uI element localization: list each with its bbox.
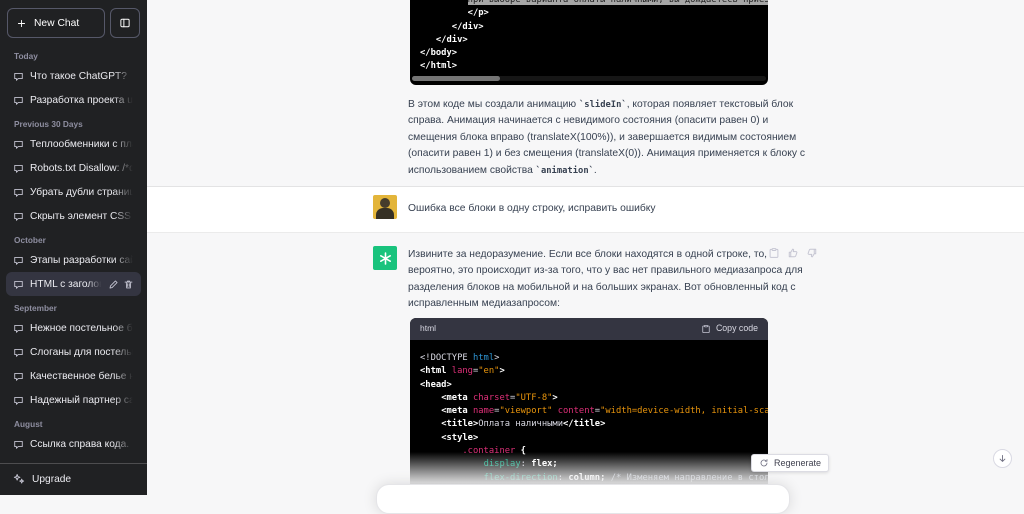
- chat-bubble-icon: [13, 279, 24, 290]
- code-language-label: html: [420, 323, 437, 334]
- sidebar-item-chat[interactable]: Качественное белье нежное: [6, 364, 141, 388]
- chat-area: при выборе варианта оплаты наличными, вы…: [147, 0, 1024, 514]
- clipboard-icon: [701, 324, 711, 334]
- chat-bubble-icon: [13, 371, 24, 382]
- section-label-september: September: [14, 303, 57, 313]
- sidebar-item-chat-active[interactable]: HTML с заголовком h: [6, 272, 141, 296]
- section-label-october: October: [14, 235, 46, 245]
- sidebar-item-chat[interactable]: Что такое ChatGPT?: [6, 64, 141, 88]
- inline-code: `animation`: [535, 165, 594, 176]
- chat-bubble-icon: [13, 95, 24, 106]
- regenerate-label: Regenerate: [774, 458, 822, 468]
- sidebar-item-chat[interactable]: Надежный партнер сайтов: [6, 388, 141, 412]
- assistant-paragraph: В этом коде мы создали анимацию `slideIn…: [408, 97, 812, 179]
- chat-bubble-icon: [13, 439, 24, 450]
- new-chat-label: New Chat: [34, 17, 80, 29]
- copy-code-button[interactable]: Copy code: [701, 322, 758, 335]
- sidebar-footer: Upgrade: [0, 463, 147, 495]
- chat-bubble-icon: [13, 255, 24, 266]
- user-avatar: [373, 195, 397, 219]
- panel-toggle-icon: [119, 17, 131, 29]
- code-block-header: html Copy code: [410, 318, 768, 340]
- chat-bubble-icon: [13, 463, 24, 464]
- thumbs-down-icon[interactable]: [806, 247, 818, 259]
- regenerate-button[interactable]: Regenerate: [751, 454, 830, 472]
- regenerate-icon: [759, 458, 769, 468]
- sidebar-item-chat[interactable]: Ссылка справа кода.: [6, 432, 141, 456]
- openai-logo-icon: [378, 251, 393, 266]
- user-message-text: Ошибка все блоки в одну строку, исправит…: [408, 203, 656, 214]
- code-content: при выборе варианта оплаты наличными, вы…: [410, 0, 768, 82]
- code-content: <!DOCTYPE html> <html lang="en"> <head> <m…: [420, 353, 768, 483]
- sidebar-item-chat[interactable]: Слоганы для постельного бел: [6, 340, 141, 364]
- chat-bubble-icon: [13, 323, 24, 334]
- chat-bubble-icon: [13, 163, 24, 174]
- upgrade-button[interactable]: Upgrade: [6, 467, 141, 491]
- assistant-avatar: [373, 246, 397, 270]
- sidebar-item-chat[interactable]: Скрыть элемент CSS: [6, 204, 141, 228]
- section-label-august: August: [14, 419, 43, 429]
- sidebar-item-chat[interactable]: Убрать дубли страниц пагина: [6, 180, 141, 204]
- new-chat-button[interactable]: New Chat: [7, 8, 105, 38]
- chat-bubble-icon: [13, 347, 24, 358]
- sidebar-item-chat[interactable]: Нежное постельное белье: [6, 316, 141, 340]
- arrow-down-icon: [997, 453, 1008, 464]
- sidebar-item-chat[interactable]: Граница таблицы добавлена: [6, 456, 141, 464]
- edit-icon[interactable]: [108, 279, 119, 290]
- active-item-actions: [108, 279, 134, 290]
- chat-bubble-icon: [13, 71, 24, 82]
- sidebar-item-chat[interactable]: Этапы разработки сайта: [6, 248, 141, 272]
- scrollbar-thumb[interactable]: [412, 76, 500, 81]
- upgrade-label: Upgrade: [32, 473, 72, 485]
- section-label-today: Today: [14, 51, 38, 61]
- chat-bubble-icon: [13, 187, 24, 198]
- sidebar-header: New Chat: [0, 0, 147, 44]
- sparkle-icon: [13, 473, 25, 485]
- message-actions: [768, 247, 818, 259]
- copy-message-icon[interactable]: [768, 247, 780, 259]
- paragraph-text: В этом коде мы создали анимацию: [408, 99, 580, 110]
- paragraph-text: .: [593, 164, 597, 176]
- collapse-sidebar-button[interactable]: [110, 8, 140, 38]
- sidebar-item-chat[interactable]: Теплообменники с пластинам: [6, 132, 141, 156]
- chat-input[interactable]: [376, 484, 790, 514]
- inline-code: `slideIn`: [579, 100, 627, 110]
- chat-bubble-icon: [13, 211, 24, 222]
- section-label-previous-30-days: Previous 30 Days: [14, 119, 83, 129]
- sidebar: New Chat Today Что такое ChatGPT? Разраб…: [0, 0, 147, 495]
- code-block-top: при выборе варианта оплаты наличными, вы…: [410, 0, 768, 85]
- chat-bubble-icon: [13, 139, 24, 150]
- sidebar-item-chat[interactable]: Robots.txt Disallow: /*q=: [6, 156, 141, 180]
- thumbs-up-icon[interactable]: [787, 247, 799, 259]
- conversation-list: Today Что такое ChatGPT? Разработка прое…: [0, 44, 147, 463]
- code-block-updated: html Copy code <!DOCTYPE html> <html lang…: [410, 318, 768, 495]
- plus-icon: [16, 18, 27, 29]
- scroll-to-bottom-button[interactable]: [993, 449, 1012, 468]
- paragraph-text: , которая появляет текстовый блок справа…: [408, 99, 806, 176]
- horizontal-scrollbar: [412, 76, 766, 81]
- delete-icon[interactable]: [123, 279, 134, 290]
- chat-bubble-icon: [13, 395, 24, 406]
- copy-code-label: Copy code: [715, 323, 758, 334]
- assistant-message-text: Извините за недоразумение. Если все блок…: [408, 249, 803, 310]
- sidebar-item-chat[interactable]: Разработка проекта uKit Alt: [6, 88, 141, 112]
